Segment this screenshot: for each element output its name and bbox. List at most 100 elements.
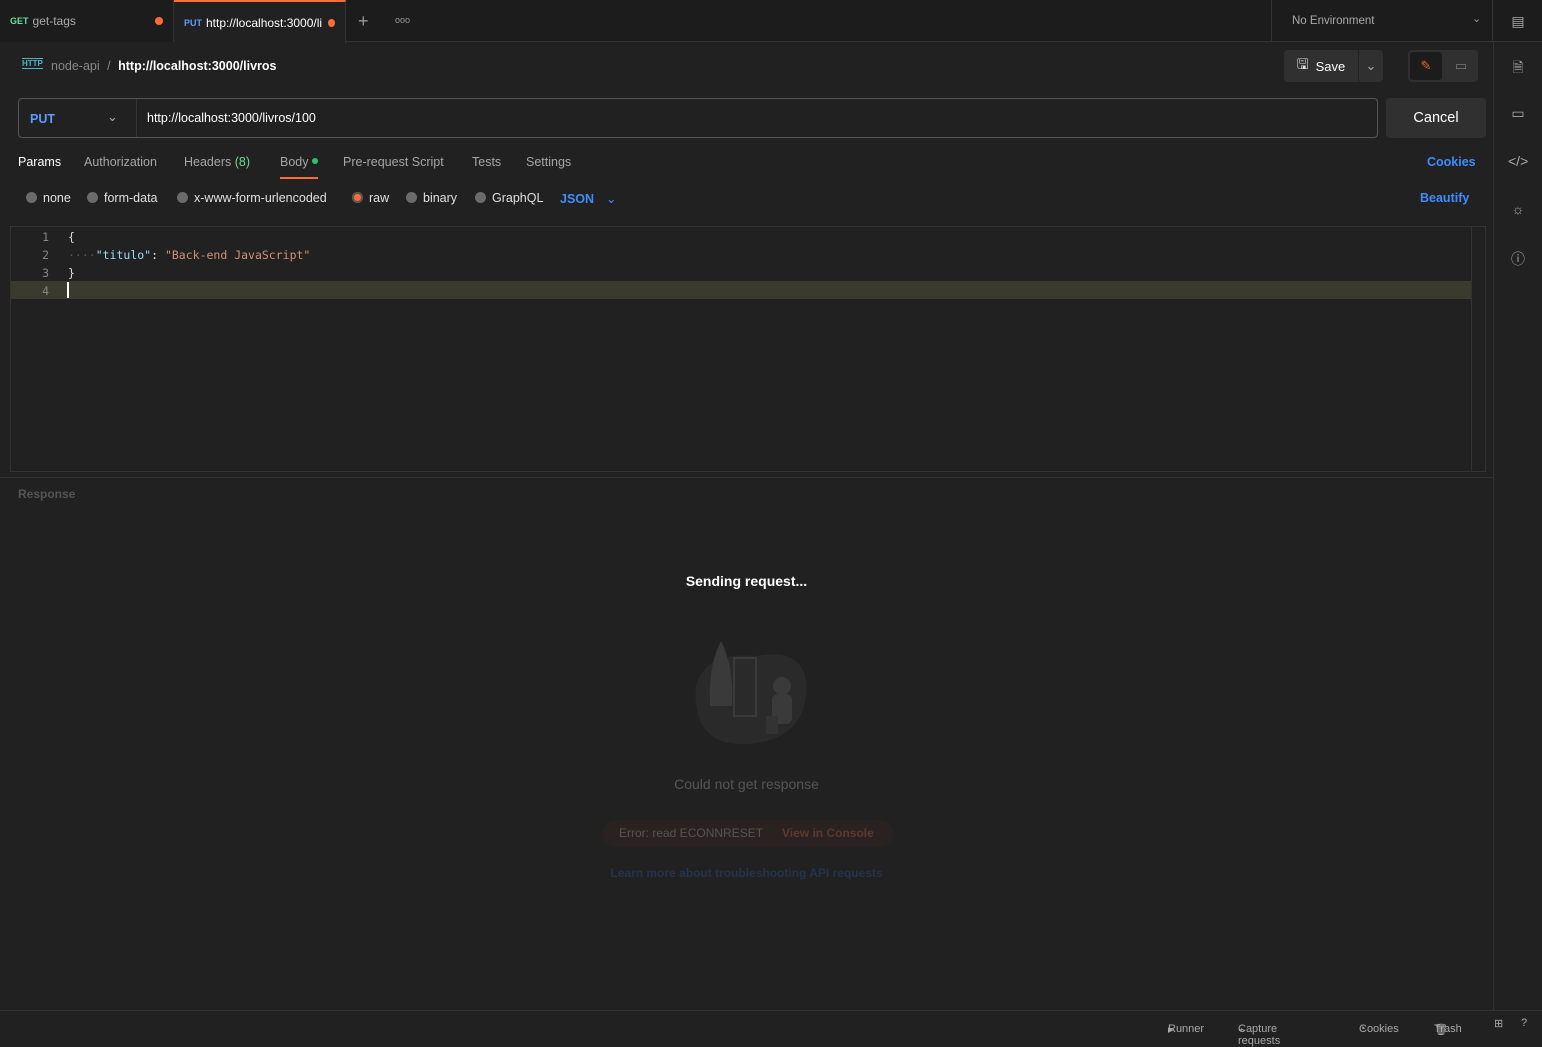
radio-none[interactable]: none	[26, 191, 71, 205]
tab-get-tags[interactable]: GET get-tags	[0, 0, 174, 42]
cancel-button[interactable]: Cancel	[1386, 98, 1486, 138]
json-key: "titulo"	[95, 248, 152, 262]
edit-pencil-icon[interactable]: ✎	[1410, 52, 1442, 80]
tab-label: Headers	[184, 155, 232, 169]
radio-icon	[26, 192, 37, 203]
radio-form-data[interactable]: form-data	[87, 191, 158, 205]
environment-label: No Environment	[1292, 15, 1375, 27]
line-number: 2	[42, 248, 49, 262]
method-label: PUT	[30, 112, 55, 126]
cookies-link[interactable]: Cookies	[1427, 155, 1476, 169]
format-label: JSON	[560, 192, 595, 206]
line-number: 3	[42, 266, 49, 280]
environment-quick-look-icon[interactable]: ▤	[1508, 13, 1528, 33]
response-label: Response	[18, 487, 76, 501]
radio-icon	[406, 192, 417, 203]
code-line: }	[68, 266, 75, 280]
tab-method: GET	[10, 16, 29, 26]
radio-raw[interactable]: raw	[352, 191, 389, 205]
more-tabs-button[interactable]: ooo	[395, 15, 410, 25]
save-options-button[interactable]: ⌄	[1359, 50, 1383, 82]
code-line: ····"titulo": "Back-end JavaScript"	[68, 248, 311, 262]
tab-headers[interactable]: Headers (8)	[184, 155, 250, 169]
code-icon[interactable]: </>	[1508, 153, 1528, 173]
radio-icon	[87, 192, 98, 203]
radio-label: form-data	[104, 191, 158, 205]
breadcrumb: node-api / http://localhost:3000/livros	[51, 59, 276, 73]
lightbulb-icon[interactable]: ☼	[1508, 201, 1528, 221]
save-button[interactable]: 🖫 Save	[1284, 50, 1358, 82]
editor-scrollbar[interactable]	[1471, 227, 1485, 471]
comment-mode-icon[interactable]: ▭	[1446, 52, 1476, 80]
chevron-down-icon: ⌄	[1472, 13, 1482, 25]
documentation-icon[interactable]: 🗎	[1508, 57, 1528, 77]
tab-method: PUT	[184, 17, 202, 28]
save-icon: 🖫	[1296, 56, 1309, 72]
json-value: "Back-end JavaScript"	[164, 248, 311, 262]
code-line: {	[68, 230, 75, 244]
url-bar: PUT ⌄	[18, 98, 1378, 138]
error-message: Could not get response	[674, 776, 819, 792]
headers-count: (8)	[234, 155, 251, 169]
new-tab-button[interactable]: +	[358, 11, 369, 32]
mode-toggle: ✎ ▭	[1408, 50, 1478, 82]
line-number: 1	[42, 230, 49, 244]
environment-selector[interactable]: No Environment ⌄	[1271, 0, 1493, 42]
breadcrumb-request: http://localhost:3000/livros	[118, 59, 277, 73]
rocket-illustration	[695, 641, 807, 745]
chevron-down-icon: ⌄	[606, 192, 617, 206]
tab-settings[interactable]: Settings	[526, 155, 571, 169]
error-text: Error: read ECONNRESET	[619, 826, 764, 840]
breadcrumb-collection[interactable]: node-api	[51, 59, 100, 73]
tab-label: Body	[280, 155, 309, 169]
radio-binary[interactable]: binary	[406, 191, 457, 205]
help-icon[interactable]: ?	[1521, 1017, 1527, 1029]
unsaved-dot	[155, 17, 163, 25]
status-bar: ▸ Runner ⌁ Capture requests ◔ Cookies 🗑 …	[0, 1010, 1542, 1047]
error-banner: Error: read ECONNRESET View in Console	[603, 820, 893, 847]
troubleshooting-link[interactable]: Learn more about troubleshooting API req…	[0, 866, 1493, 880]
radio-label: GraphQL	[492, 191, 544, 205]
radio-icon	[352, 192, 363, 203]
breadcrumb-separator: /	[107, 59, 111, 73]
sending-request-text: Sending request...	[685, 573, 808, 589]
info-icon[interactable]: ⓘ	[1508, 249, 1528, 269]
format-select[interactable]: JSON ⌄	[560, 191, 617, 206]
layout-icon[interactable]: ⊞	[1494, 1017, 1503, 1030]
tab-put-request[interactable]: PUT http://localhost:3000/li	[174, 0, 346, 43]
comments-icon[interactable]: ▭	[1508, 105, 1528, 125]
tab-label: http://localhost:3000/li	[206, 15, 323, 30]
tab-authorization[interactable]: Authorization	[84, 155, 157, 169]
radio-urlencoded[interactable]: x-www-form-urlencoded	[177, 191, 327, 205]
save-label: Save	[1315, 58, 1346, 74]
url-input[interactable]	[147, 107, 1367, 129]
tab-tests[interactable]: Tests	[472, 155, 501, 169]
chevron-down-icon: ⌄	[107, 109, 118, 124]
http-icon: HTTP	[22, 58, 43, 69]
tab-body[interactable]: Body	[280, 155, 318, 179]
unsaved-dot	[328, 18, 335, 27]
radio-icon	[475, 192, 486, 203]
active-line-highlight	[11, 281, 1471, 299]
pane-divider[interactable]	[0, 477, 1493, 478]
tab-params[interactable]: Params	[18, 155, 61, 169]
view-in-console-link[interactable]: View in Console	[782, 826, 874, 840]
radio-label: raw	[369, 191, 390, 205]
text-cursor	[67, 282, 69, 298]
radio-graphql[interactable]: GraphQL	[475, 191, 543, 205]
tab-label: get-tags	[32, 14, 76, 28]
status-label: Runner	[1168, 1023, 1205, 1035]
radio-label: binary	[423, 191, 458, 205]
status-label: Trash	[1434, 1023, 1462, 1035]
line-number: 4	[42, 284, 49, 298]
code-editor[interactable]: 1 2 3 4 { ····"titulo": "Back-end JavaSc…	[10, 226, 1486, 472]
status-label: Cookies	[1359, 1023, 1399, 1035]
method-select[interactable]: PUT ⌄	[19, 99, 137, 137]
tab-pre-request-script[interactable]: Pre-request Script	[343, 155, 444, 169]
radio-label: none	[43, 191, 71, 205]
json-colon: :	[151, 248, 165, 262]
radio-icon	[177, 192, 188, 203]
beautify-button[interactable]: Beautify	[1420, 191, 1469, 205]
radio-label: x-www-form-urlencoded	[194, 191, 327, 205]
status-label: Capture requests	[1238, 1023, 1281, 1047]
